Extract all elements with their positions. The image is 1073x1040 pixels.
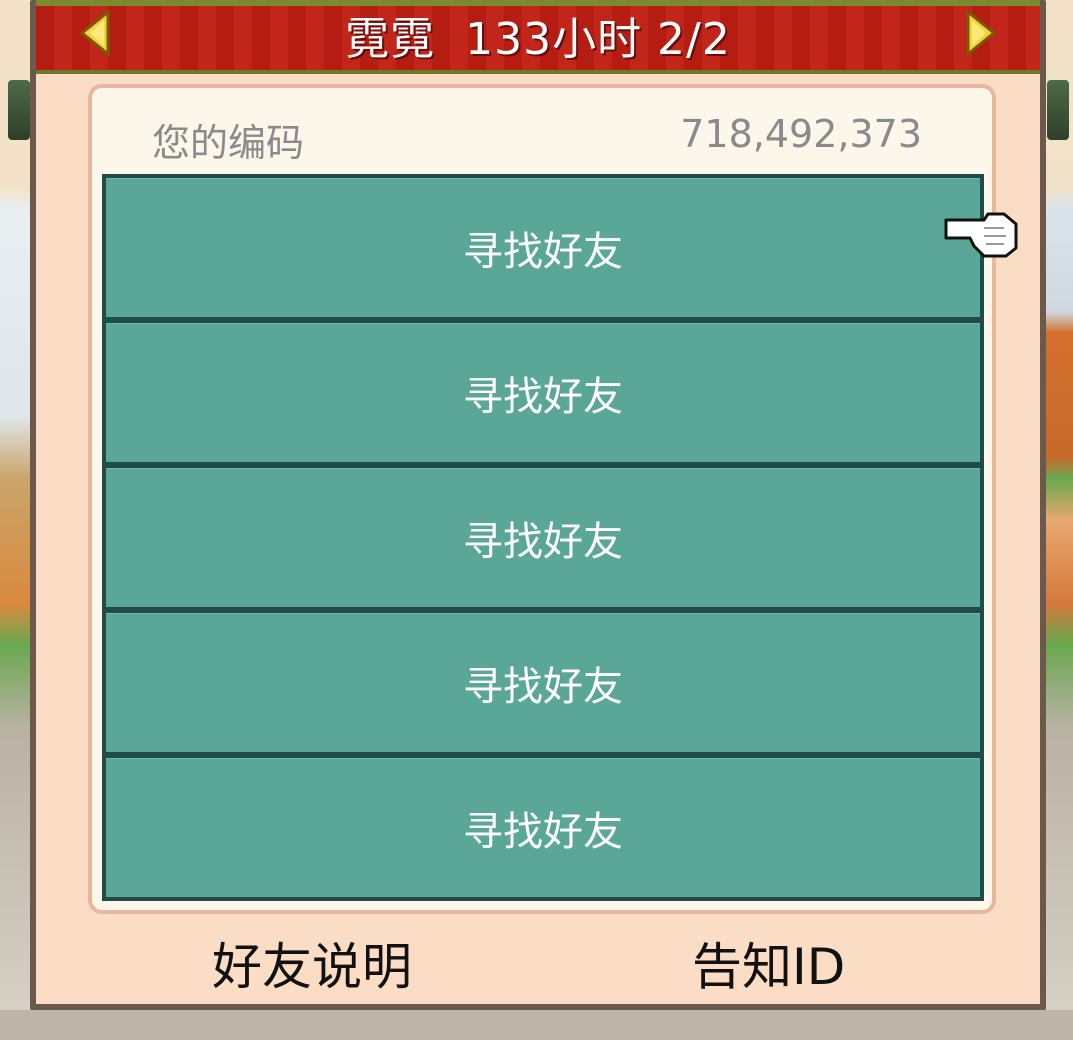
share-id-button[interactable]: 告知ID [692, 928, 845, 998]
street-lamp-icon [1047, 80, 1069, 140]
background-scene-left [0, 0, 34, 1040]
your-code-value: 718,492,373 [680, 112, 922, 156]
background-scene-right [1045, 0, 1073, 1040]
find-friend-button[interactable]: 寻找好友 [106, 323, 980, 462]
pointer-hand-icon [944, 212, 1018, 258]
find-friend-button[interactable]: 寻找好友 [106, 178, 980, 317]
dialog-body: 霓霓 133小时 2/2 您的编码 718,492,373 寻找好友 寻找好友 … [36, 0, 1040, 1004]
right-arrow-icon [966, 10, 997, 56]
find-friend-button[interactable]: 寻找好友 [106, 613, 980, 752]
friend-instructions-button[interactable]: 好友说明 [212, 928, 412, 998]
left-arrow-icon [79, 10, 110, 56]
friends-panel: 您的编码 718,492,373 寻找好友 寻找好友 寻找好友 寻找好友 寻找好… [88, 84, 996, 914]
header-title: 霓霓 133小时 2/2 [345, 14, 731, 65]
find-friend-button[interactable]: 寻找好友 [106, 758, 980, 897]
find-friend-button[interactable]: 寻找好友 [106, 468, 980, 607]
your-code-label: 您的编码 [152, 121, 305, 165]
street-lamp-icon [8, 80, 30, 140]
background-ground [0, 1010, 1073, 1040]
dialog-header: 霓霓 133小时 2/2 [36, 0, 1040, 74]
friends-dialog: 霓霓 133小时 2/2 您的编码 718,492,373 寻找好友 寻找好友 … [30, 0, 1046, 1010]
prev-page-button[interactable] [78, 10, 112, 56]
friend-slot-list: 寻找好友 寻找好友 寻找好友 寻找好友 寻找好友 [102, 174, 984, 901]
your-code-row: 您的编码 718,492,373 [92, 102, 992, 166]
next-page-button[interactable] [964, 10, 998, 56]
